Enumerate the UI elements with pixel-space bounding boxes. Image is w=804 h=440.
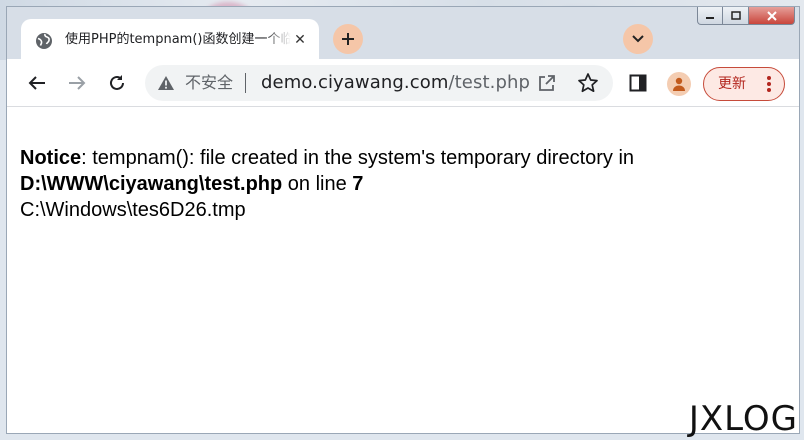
update-button-label: 更新 xyxy=(718,76,746,92)
window-controls xyxy=(697,7,795,25)
forward-arrow-icon[interactable] xyxy=(65,71,89,95)
php-notice: Notice: tempnam(): file created in the s… xyxy=(20,145,720,223)
watermark-text: JXLOG xyxy=(688,399,798,439)
url-text[interactable]: demo.ciyawang.com/test.php xyxy=(261,72,530,94)
notice-line-text: on line xyxy=(282,173,353,195)
minimize-button[interactable] xyxy=(697,7,723,25)
plus-icon xyxy=(342,33,354,45)
tab-search-button[interactable] xyxy=(623,24,653,54)
browser-toolbar: 不安全 demo.ciyawang.com/test.php 更新 xyxy=(7,59,799,107)
share-icon[interactable] xyxy=(537,73,557,93)
url-host: demo.ciyawang.com xyxy=(261,72,449,93)
maximize-button[interactable] xyxy=(723,7,749,25)
title-bar: 使用PHP的tempnam()函数创建一个临时文件 ✕ xyxy=(7,7,799,61)
browser-tab-active[interactable]: 使用PHP的tempnam()函数创建一个临时文件 ✕ xyxy=(21,19,319,61)
minimize-icon xyxy=(706,16,714,19)
address-divider xyxy=(245,73,246,93)
profile-avatar-icon[interactable] xyxy=(667,72,691,96)
more-menu-icon[interactable] xyxy=(764,74,774,94)
url-path: /test.php xyxy=(448,72,530,93)
close-icon xyxy=(766,10,777,21)
maximize-icon xyxy=(730,10,741,20)
address-bar[interactable]: 不安全 demo.ciyawang.com/test.php xyxy=(145,65,613,101)
page-content: Notice: tempnam(): file created in the s… xyxy=(7,107,799,433)
notice-message: : tempnam(): file created in the system'… xyxy=(81,147,635,169)
temp-file-output: C:\Windows\tes6D26.tmp xyxy=(20,199,246,221)
close-window-button[interactable] xyxy=(749,7,795,25)
side-panel-icon[interactable] xyxy=(629,74,647,92)
tab-title: 使用PHP的tempnam()函数创建一个临时文件 xyxy=(65,32,291,47)
new-tab-button[interactable] xyxy=(333,24,363,54)
bookmark-star-icon[interactable] xyxy=(577,72,599,94)
notice-line-number: 7 xyxy=(352,173,364,195)
notice-file-path: D:\WWW\ciyawang\test.php xyxy=(20,173,283,195)
back-arrow-icon[interactable] xyxy=(25,71,49,95)
security-status-label[interactable]: 不安全 xyxy=(185,73,233,93)
reload-icon[interactable] xyxy=(105,71,129,95)
update-button[interactable]: 更新 xyxy=(703,67,785,101)
notice-heading: Notice xyxy=(20,147,82,169)
warning-triangle-icon[interactable] xyxy=(157,75,175,91)
globe-icon xyxy=(35,32,53,50)
close-icon[interactable]: ✕ xyxy=(291,31,309,49)
chevron-down-icon xyxy=(632,35,644,43)
browser-window: 使用PHP的tempnam()函数创建一个临时文件 ✕ xyxy=(6,6,800,434)
